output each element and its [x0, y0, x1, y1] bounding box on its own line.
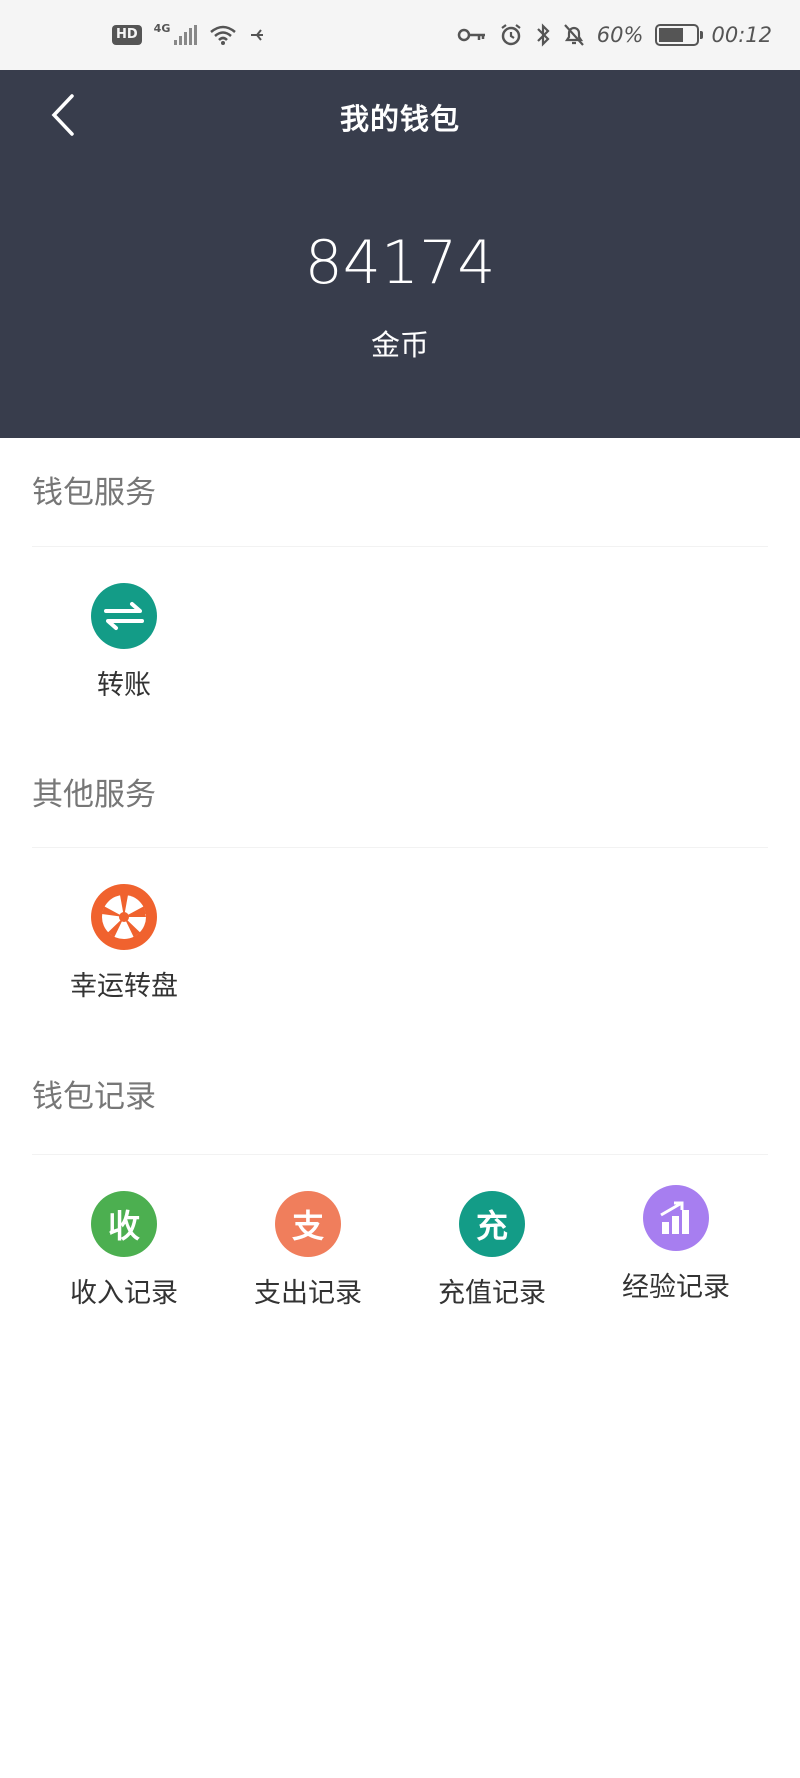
wallet-records-section: 钱包记录 收 收入记录 支 支出记录 充 充值记录 经验记录 [0, 1044, 800, 1351]
clock: 00:12 [711, 23, 772, 47]
records-grid: 收 收入记录 支 支出记录 充 充值记录 经验记录 [32, 1155, 768, 1351]
lucky-wheel-item[interactable]: 幸运转盘 [32, 884, 216, 1044]
experience-record-item[interactable]: 经验记录 [584, 1185, 768, 1351]
status-right: 60% 00:12 [457, 23, 772, 47]
experience-record-label: 经验记录 [622, 1272, 730, 1303]
status-left: HD 4G [112, 21, 265, 46]
expense-record-label: 支出记录 [254, 1278, 362, 1309]
coin-unit: 金币 [370, 328, 429, 362]
transfer-icon [91, 583, 157, 649]
service-grid: 幸运转盘 [32, 848, 768, 1044]
section-title: 其他服务 [32, 743, 768, 848]
wallet-header: 我的钱包 84174 金币 [0, 70, 800, 438]
section-title: 钱包服务 [32, 438, 768, 547]
hd-badge: HD [112, 25, 142, 45]
recharge-icon: 充 [459, 1191, 525, 1257]
battery-percent: 60% [596, 23, 644, 47]
service-grid: 转账 [32, 547, 768, 743]
expense-icon: 支 [275, 1191, 341, 1257]
expense-record-item[interactable]: 支 支出记录 [216, 1191, 400, 1351]
income-record-item[interactable]: 收 收入记录 [32, 1191, 216, 1351]
usb-icon [251, 29, 264, 41]
battery-icon [655, 24, 704, 46]
wifi-icon [210, 25, 237, 45]
recharge-record-item[interactable]: 充 充值记录 [400, 1191, 584, 1351]
mute-bell-icon [563, 24, 584, 46]
coin-balance: 84174 [304, 228, 496, 298]
page-title: 我的钱包 [339, 102, 460, 136]
transfer-label: 转账 [97, 670, 151, 701]
signal-icon [174, 25, 198, 45]
transfer-item[interactable]: 转账 [32, 583, 216, 743]
recharge-record-label: 充值记录 [438, 1278, 546, 1309]
income-icon: 收 [91, 1191, 157, 1257]
status-bar: HD 4G 60% 00:12 [0, 0, 800, 70]
wallet-services-section: 钱包服务 转账 [0, 438, 800, 743]
lucky-wheel-icon [91, 884, 157, 950]
bluetooth-icon [537, 23, 550, 47]
lucky-wheel-label: 幸运转盘 [70, 971, 178, 1002]
income-record-label: 收入记录 [70, 1278, 178, 1309]
network-type: 4G [153, 21, 171, 35]
other-services-section: 其他服务 幸运转盘 [0, 743, 800, 1044]
alarm-icon [501, 24, 521, 46]
section-title: 钱包记录 [32, 1044, 768, 1155]
bar-chart-icon [643, 1185, 709, 1251]
key-icon [457, 28, 485, 42]
